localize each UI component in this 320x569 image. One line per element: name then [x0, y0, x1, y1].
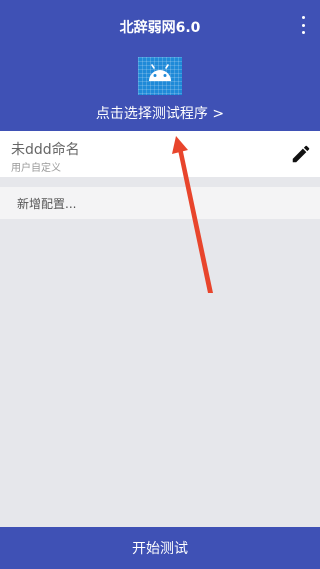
add-config-label: 新增配置... — [17, 197, 77, 211]
config-name: 未ddd命名 — [11, 142, 80, 158]
app-header: 北辞弱网6.0 点击选择测试程序 > — [0, 0, 320, 131]
config-type: 用户自定义 — [11, 163, 61, 174]
android-app-icon[interactable] — [138, 57, 182, 95]
more-options-icon[interactable] — [300, 16, 306, 34]
add-config-button[interactable]: 新增配置... — [0, 187, 320, 219]
pencil-icon — [292, 145, 310, 163]
android-icon — [149, 64, 171, 81]
config-list-item[interactable]: 未ddd命名 用户自定义 — [0, 131, 320, 177]
start-test-button[interactable]: 开始测试 — [0, 527, 320, 569]
edit-config-button[interactable] — [290, 143, 312, 165]
select-test-program-button[interactable]: 点击选择测试程序 > — [0, 103, 320, 123]
app-title: 北辞弱网6.0 — [119, 20, 201, 36]
